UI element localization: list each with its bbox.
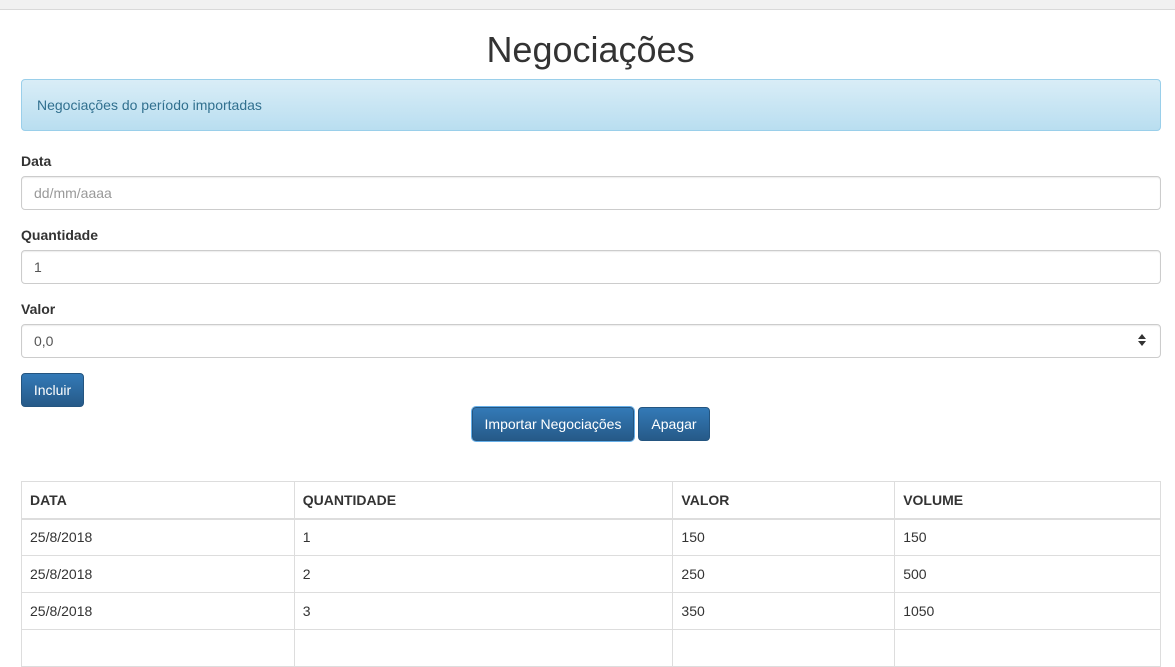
success-alert: Negociações do período importadas: [21, 79, 1161, 131]
cell-volume: 150: [894, 518, 1161, 556]
cell-quantidade: 2: [293, 555, 674, 593]
cell-volume: 1050: [894, 592, 1161, 630]
cell-data: 25/8/2018: [21, 555, 295, 593]
data-label: Data: [21, 153, 52, 169]
cell-empty: [672, 629, 896, 667]
number-spinner-icon[interactable]: [1137, 333, 1147, 347]
browser-top-edge: [0, 0, 1175, 10]
table-row: 25/8/2018 1 150 150: [21, 518, 1161, 556]
quantidade-field[interactable]: [21, 250, 1161, 284]
cell-empty: [21, 629, 295, 667]
page-title: Negociações: [486, 29, 695, 70]
cell-empty: [894, 629, 1161, 667]
table-header-row: DATA QUANTIDADE VALOR VOLUME: [21, 481, 1161, 520]
table-row: [21, 629, 1161, 667]
table-row: 25/8/2018 3 350 1050: [21, 592, 1161, 630]
negociacoes-table: DATA QUANTIDADE VALOR VOLUME 25/8/2018 1…: [21, 481, 1161, 667]
valor-label: Valor: [21, 301, 56, 317]
valor-field-wrapper: [21, 324, 1161, 358]
incluir-button[interactable]: Incluir: [21, 373, 84, 407]
column-header-valor: VALOR: [672, 481, 896, 520]
cell-data: 25/8/2018: [21, 592, 295, 630]
cell-quantidade: 3: [293, 592, 674, 630]
valor-field[interactable]: [21, 324, 1161, 358]
cell-volume: 500: [894, 555, 1161, 593]
quantidade-label: Quantidade: [21, 227, 99, 243]
import-button[interactable]: Importar Negociações: [472, 407, 634, 441]
cell-data: 25/8/2018: [21, 518, 295, 556]
cell-valor: 350: [672, 592, 896, 630]
cell-valor: 150: [672, 518, 896, 556]
column-header-volume: VOLUME: [894, 481, 1161, 520]
column-header-quantidade: QUANTIDADE: [293, 481, 674, 520]
cell-valor: 250: [672, 555, 896, 593]
clear-button[interactable]: Apagar: [638, 407, 710, 441]
cell-empty: [293, 629, 674, 667]
column-header-data: DATA: [21, 481, 295, 520]
data-field[interactable]: [21, 176, 1161, 210]
table-row: 25/8/2018 2 250 500: [21, 555, 1161, 593]
cell-quantidade: 1: [293, 518, 674, 556]
